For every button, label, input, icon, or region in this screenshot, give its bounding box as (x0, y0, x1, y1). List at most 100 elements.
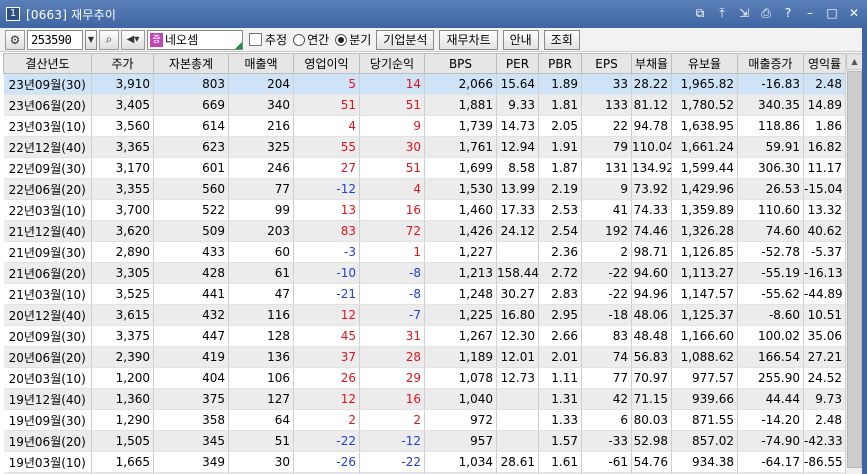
pin-icon[interactable]: ⤒ (715, 6, 729, 20)
close-icon[interactable]: ✕ (847, 6, 861, 20)
column-header[interactable]: 결산년도 (3, 53, 92, 74)
table-cell: 100.02 (737, 325, 804, 347)
table-cell: 1,225 (424, 304, 497, 326)
column-header[interactable]: 매출액 (228, 53, 294, 74)
table-cell: 3,620 (91, 220, 154, 242)
table-cell: 21년12월(40) (3, 220, 92, 242)
sound-icon[interactable]: ◀▾ (121, 29, 145, 50)
table-row[interactable]: 19년12월(40) 1,360 375 127 12 16 1,040 1.31 42 71.1… (3, 388, 845, 410)
table-row[interactable]: 23년03월(10) 3,560 614 216 4 9 1,739 14.73 2.05 22 9… (3, 115, 845, 137)
table-row[interactable]: 21년03월(10) 3,525 441 47 -21 -8 1,248 30.27 2.83-… (3, 283, 845, 305)
table-cell: -15.04 (803, 178, 845, 200)
table-row[interactable]: 21년06월(20) 3,305 428 61 -10 -8 1,213 158.44 2.72… (3, 262, 845, 284)
table-cell: 1,227 (424, 241, 497, 263)
table-cell: -26 (293, 451, 360, 473)
table-cell: 404 (153, 367, 229, 389)
title-bar-controls: ⧉ ⤒ ⇲ ⎙ ? – □ ✕ (693, 6, 861, 20)
guide-button[interactable]: 안내 (502, 29, 539, 50)
table-cell: 9 (359, 115, 425, 137)
table-cell: 433 (153, 241, 229, 263)
column-header[interactable]: 매출증가 (737, 53, 804, 74)
table-cell: 2 (359, 409, 425, 431)
radio-annual-icon[interactable] (293, 33, 306, 46)
table-row[interactable]: 19년03월(10) 1,665 349 30 -26 -22 1,034 28.61 1.61… (3, 451, 845, 473)
help-icon[interactable]: ? (781, 6, 795, 20)
table-row[interactable]: 20년06월(20) 2,390 419 136 37 28 1,189 12.01 2.01 7… (3, 346, 845, 368)
print-icon[interactable]: ⎙ (759, 6, 773, 20)
quarter-radio[interactable]: 분기 (335, 31, 371, 48)
table-row[interactable]: 20년03월(10) 1,200 404 106 26 29 1,078 12.73 1.11 7… (3, 367, 845, 389)
settings-gear-icon[interactable]: ⚙ (5, 29, 25, 50)
column-header[interactable]: PER (496, 53, 539, 74)
company-analysis-button[interactable]: 기업분석 (376, 29, 435, 50)
query-button[interactable]: 조회 (543, 29, 580, 50)
table-cell: 939.66 (671, 388, 738, 410)
column-header[interactable]: 자본총계 (153, 53, 229, 74)
stock-name: 네오셈 (165, 33, 199, 47)
table-cell: 1,965.82 (671, 73, 738, 95)
table-cell: -33 (581, 430, 632, 452)
table-cell: 1.87 (538, 157, 582, 179)
table-row[interactable]: 20년09월(30) 3,375 447 128 45 31 1,267 12.30 2.66 8… (3, 325, 845, 347)
table-cell: 345 (153, 430, 229, 452)
annual-radio[interactable]: 연간 (293, 31, 329, 48)
table-cell: 12 (293, 388, 360, 410)
table-cell: -22 (581, 283, 632, 305)
table-row[interactable]: 22년03월(10) 3,700 522 99 13 16 1,460 17.33 2.53 41… (3, 199, 845, 221)
table-cell: 60 (228, 241, 294, 263)
table-row[interactable]: 19년09월(30) 1,290 358 64 2 2 972 1.33 6 80.03 871.5… (3, 409, 845, 431)
maximize-icon[interactable]: □ (825, 6, 839, 20)
minimize-icon[interactable]: – (803, 6, 817, 20)
table-cell: 2.36 (538, 241, 582, 263)
window-number-badge: 1 (6, 7, 20, 21)
table-cell: 94.78 (631, 115, 672, 137)
table-cell: 72 (359, 220, 425, 242)
table-cell: 1,147.57 (671, 283, 738, 305)
table-cell: 3,560 (91, 115, 154, 137)
estimate-checkbox[interactable]: 추정 (249, 31, 287, 48)
scroll-thumb[interactable] (847, 71, 862, 468)
column-header[interactable]: 영익률 (803, 53, 845, 74)
table-cell: 1,881 (424, 94, 497, 116)
table-cell: 857.02 (671, 430, 738, 452)
column-header[interactable]: BPS (424, 53, 497, 74)
financial-chart-button[interactable]: 재무차트 (439, 29, 498, 50)
table-cell: 52.98 (631, 430, 672, 452)
column-header[interactable]: PBR (538, 53, 582, 74)
table-row[interactable]: 22년12월(40) 3,365 623 325 55 30 1,761 12.94 1.91 7… (3, 136, 845, 158)
stock-name-field[interactable]: 증 네오셈 (147, 29, 243, 50)
export-icon[interactable]: ⇲ (737, 6, 751, 20)
table-cell: 669 (153, 94, 229, 116)
table-cell: 1,638.95 (671, 115, 738, 137)
search-icon[interactable]: ⌕ (99, 29, 119, 50)
table-row[interactable]: 21년09월(30) 2,890 433 60 -3 1 1,227 2.36 2 98.71 1,… (3, 241, 845, 263)
table-cell: 1,189 (424, 346, 497, 368)
table-row[interactable]: 20년12월(40) 3,615 432 116 12 -7 1,225 16.80 2.95-… (3, 304, 845, 326)
table-cell: 45 (293, 325, 360, 347)
column-header[interactable]: 유보율 (671, 53, 738, 74)
column-header[interactable]: EPS (581, 53, 632, 74)
scroll-up-icon[interactable]: ▲ (846, 53, 863, 70)
table-row[interactable]: 23년09월(30) 3,910 803 204 5 14 2,066 15.64 1.89 33… (3, 73, 845, 95)
table-cell: 1,505 (91, 430, 154, 452)
table-cell: 27.21 (803, 346, 845, 368)
column-header[interactable]: 영업이익 (293, 53, 360, 74)
table-row[interactable]: 22년06월(20) 3,355 560 77 -12 4 1,530 13.99 2.19 9 7… (3, 178, 845, 200)
column-header[interactable]: 주가 (91, 53, 154, 74)
stock-code-input[interactable]: 253590 (27, 29, 83, 50)
column-header[interactable]: 부채율 (631, 53, 672, 74)
radio-quarter-icon[interactable] (335, 33, 348, 46)
checkbox-box[interactable] (249, 33, 262, 46)
table-row[interactable]: 19년06월(20) 1,505 345 51 -22 -12 957 1.57 -33 52.9… (3, 430, 845, 452)
vertical-scrollbar[interactable]: ▲ (845, 53, 863, 474)
code-dropdown-arrow-icon[interactable]: ▼ (85, 29, 97, 50)
table-cell: 9.33 (496, 94, 539, 116)
table-row[interactable]: 22년09월(30) 3,170 601 246 27 51 1,699 8.58 1.87 13… (3, 157, 845, 179)
link-icon[interactable]: ⧉ (693, 6, 707, 20)
table-cell: 116 (228, 304, 294, 326)
column-header[interactable]: 당기순익 (359, 53, 425, 74)
table-row[interactable]: 23년06월(20) 3,405 669 340 51 51 1,881 9.33 1.81 13… (3, 94, 845, 116)
table-row[interactable]: 21년12월(40) 3,620 509 203 83 72 1,426 24.12 2.54 1… (3, 220, 845, 242)
financial-trend-grid[interactable]: 결산년도 주가 자본총계 매출액 영업이익 당기순익 BPS PER PBR EPS 부채율 유보율 매… (3, 53, 845, 474)
table-cell (496, 409, 539, 431)
